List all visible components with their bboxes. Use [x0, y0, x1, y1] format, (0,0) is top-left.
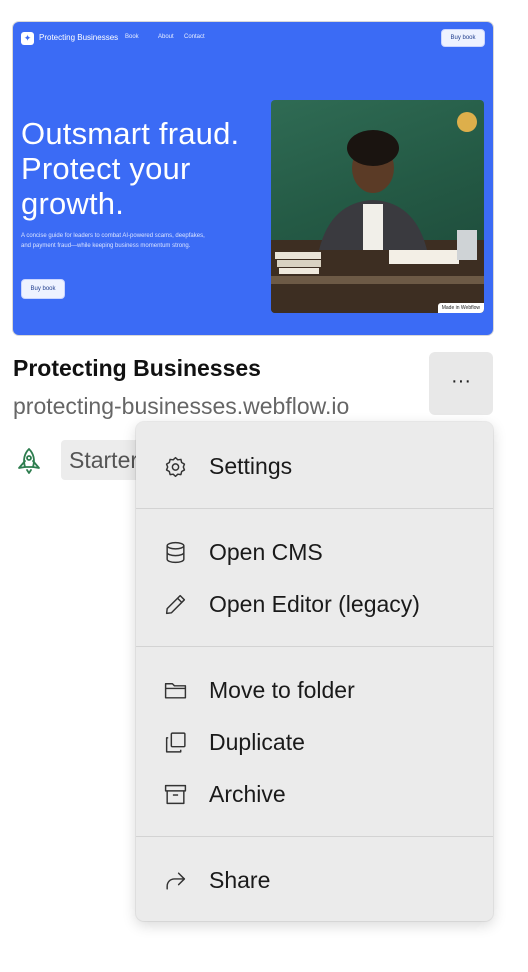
menu-divider — [136, 836, 493, 837]
menu-divider — [136, 646, 493, 647]
thumbnail-headline: Outsmart fraud. Protect your growth. — [21, 116, 240, 221]
made-in-webflow-badge: Made in Webflow — [437, 303, 484, 313]
menu-item-settings[interactable]: Settings — [136, 443, 493, 489]
thumbnail-brand: Protecting Businesses — [39, 33, 119, 42]
plan-status-badge: Starter — [61, 440, 147, 480]
menu-item-share[interactable]: Share — [136, 857, 493, 903]
menu-item-label: Open Editor (legacy) — [209, 591, 420, 617]
menu-item-label: Duplicate — [209, 729, 305, 755]
thumbnail-navbar: ✦ Protecting Businesses Book About Conta… — [13, 22, 493, 56]
rocket-icon — [16, 447, 42, 475]
site-options-menu: Settings Open CMS Open Editor (legacy) M… — [136, 422, 493, 921]
gear-icon — [163, 454, 188, 479]
folder-icon — [163, 678, 188, 703]
duplicate-icon — [163, 730, 188, 755]
more-options-button[interactable]: ··· — [429, 352, 493, 415]
site-title: Protecting Businesses — [13, 355, 261, 381]
thumbnail-nav-book: Book — [125, 34, 139, 40]
menu-item-label: Share — [209, 867, 271, 893]
site-url[interactable]: protecting-businesses.webflow.io — [13, 393, 423, 420]
menu-item-label: Archive — [209, 781, 286, 807]
pencil-icon — [163, 592, 188, 617]
menu-item-duplicate[interactable]: Duplicate — [136, 719, 493, 765]
thumbnail-photo: Made in Webflow — [271, 100, 484, 313]
thumbnail-top-button: Buy book — [441, 29, 485, 47]
thumbnail-nav-contact: Contact — [184, 34, 205, 40]
menu-item-label: Settings — [209, 453, 293, 479]
menu-item-open-editor[interactable]: Open Editor (legacy) — [136, 581, 493, 627]
thumbnail-logo-icon: ✦ — [21, 32, 34, 45]
site-thumbnail[interactable]: ✦ Protecting Businesses Book About Conta… — [13, 22, 493, 335]
archive-icon — [163, 782, 188, 807]
share-icon — [163, 868, 188, 893]
thumbnail-cta-button: Buy book — [21, 279, 65, 299]
menu-item-archive[interactable]: Archive — [136, 771, 493, 817]
menu-item-open-cms[interactable]: Open CMS — [136, 529, 493, 575]
menu-divider — [136, 508, 493, 509]
database-icon — [163, 540, 188, 565]
menu-item-label: Open CMS — [209, 539, 323, 565]
menu-item-label: Move to folder — [209, 677, 355, 703]
thumbnail-subtext: A concise guide for leaders to combat AI… — [21, 233, 205, 249]
thumbnail-nav-about: About — [158, 34, 174, 40]
menu-item-move-to-folder[interactable]: Move to folder — [136, 667, 493, 713]
